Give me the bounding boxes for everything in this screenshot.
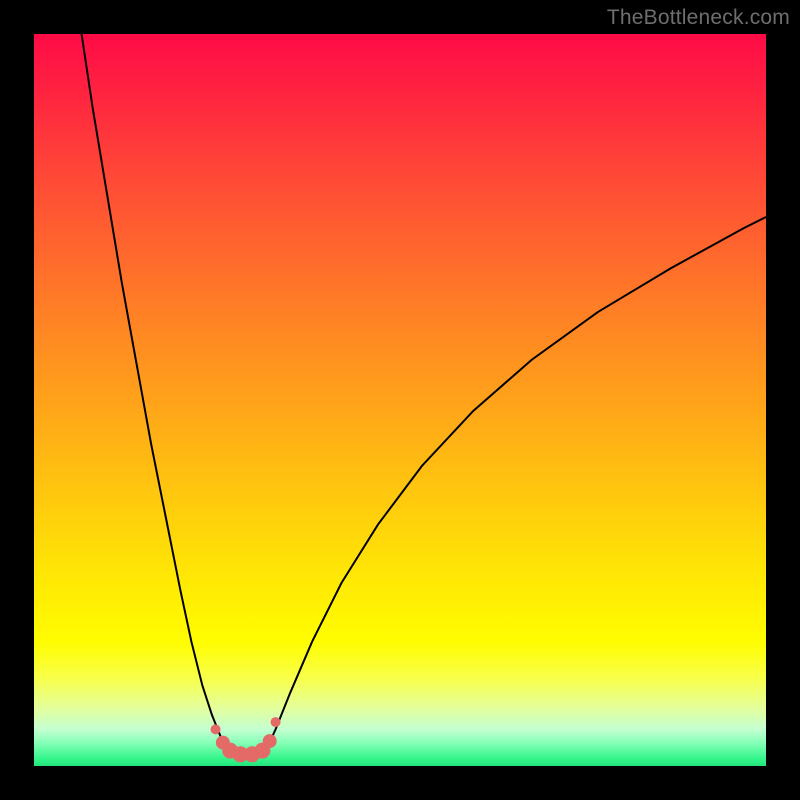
- plot-area: [34, 34, 766, 766]
- curve-layer: [34, 34, 766, 766]
- valley-marker: [211, 724, 221, 734]
- watermark-text: TheBottleneck.com: [607, 6, 790, 30]
- chart-frame: TheBottleneck.com: [0, 0, 800, 800]
- valley-marker-group: [211, 717, 281, 762]
- valley-marker: [271, 717, 281, 727]
- valley-marker: [263, 734, 277, 748]
- bottleneck-curve: [82, 34, 766, 756]
